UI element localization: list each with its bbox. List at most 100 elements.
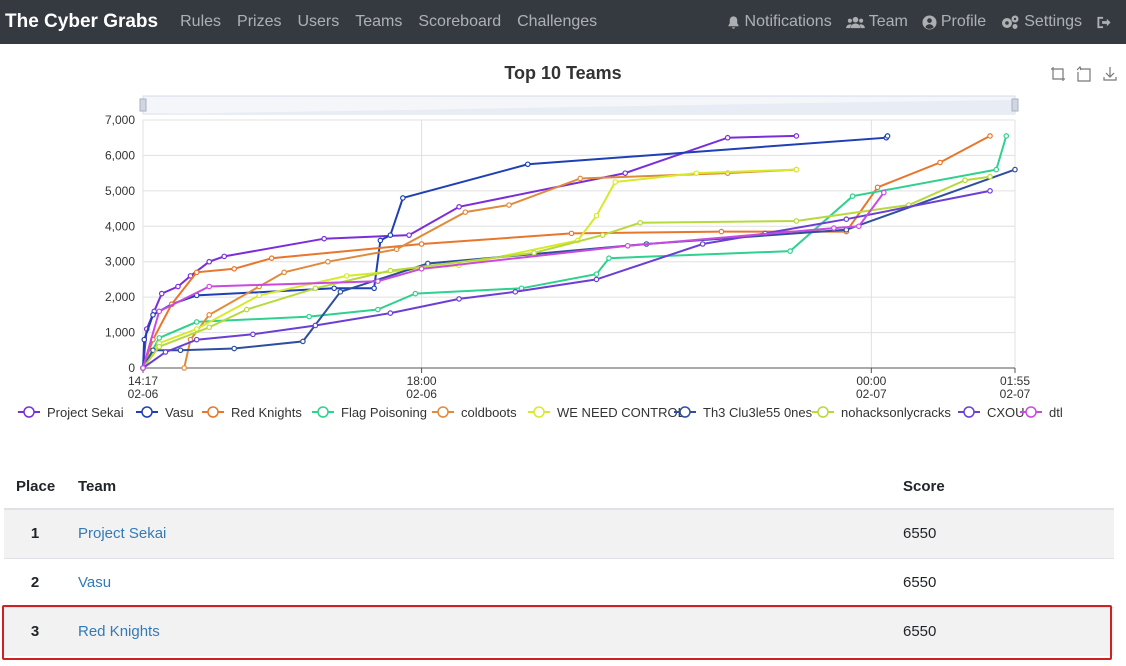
legend-item[interactable]: nohacksonlycracks (812, 405, 951, 420)
legend-item[interactable]: Vasu (136, 405, 194, 420)
gears-icon (1002, 15, 1019, 29)
data-point (456, 296, 462, 302)
data-point (206, 312, 213, 318)
legend-marker (23, 406, 35, 418)
y-tick-label: 3,000 (105, 255, 135, 269)
x-tick-label: 00:00 (856, 374, 886, 388)
data-point (156, 335, 163, 341)
data-point (331, 285, 337, 292)
data-point (793, 133, 800, 139)
data-point (622, 170, 629, 176)
data-point (881, 189, 887, 196)
y-tick-label: 6,000 (105, 148, 135, 162)
nav-team-label: Team (868, 13, 908, 30)
nav-scoreboard[interactable]: Scoreboard (418, 13, 501, 31)
data-point (325, 258, 331, 265)
data-point (462, 209, 469, 215)
data-point (221, 253, 228, 260)
data-point (456, 204, 462, 210)
x-tick-label: 02-07 (856, 387, 887, 401)
nav-settings[interactable]: Settings (1000, 13, 1082, 31)
nav-challenges[interactable]: Challenges (517, 13, 597, 31)
user-nav: Notifications Team Profile Settings (712, 0, 1116, 44)
data-point (158, 290, 165, 297)
zoom-handle-left[interactable] (139, 98, 147, 112)
data-point (593, 212, 600, 219)
data-point (231, 345, 237, 352)
data-point (375, 278, 381, 285)
place-cell: 3 (4, 606, 66, 656)
table-row: 2 Vasu 6550 (4, 557, 1114, 607)
legend-marker (817, 406, 829, 418)
legend-marker (679, 406, 691, 418)
chart-canvas: 0 1,000 2,000 3,000 4,000 5,000 6,000 7,000 14:1… (18, 95, 1063, 420)
nav-prizes[interactable]: Prizes (237, 13, 281, 31)
nav-rules[interactable]: Rules (180, 13, 221, 31)
nav-users[interactable]: Users (297, 13, 339, 31)
nav-settings-label: Settings (1024, 13, 1082, 30)
team-link[interactable]: Vasu (78, 574, 111, 591)
data-point (793, 218, 800, 224)
legend-marker (317, 406, 329, 418)
data-point (787, 248, 793, 254)
nav-profile[interactable]: Profile (922, 13, 986, 31)
legend-label: CXOU (987, 405, 1025, 420)
x-tick-label: 02-06 (128, 387, 159, 401)
legend-item[interactable]: Red Knights (202, 405, 302, 420)
data-point (418, 241, 425, 247)
legend-marker (533, 406, 545, 418)
data-point (193, 336, 200, 343)
team-link[interactable]: Red Knights (78, 623, 160, 640)
data-point (400, 195, 406, 201)
nav-notifications[interactable]: Notifications (726, 13, 832, 31)
data-point (849, 193, 856, 199)
data-point (193, 269, 200, 276)
data-point (300, 338, 306, 345)
data-point (593, 271, 600, 277)
data-point (375, 306, 381, 313)
y-tick-label: 0 (128, 361, 135, 375)
data-point (577, 175, 584, 182)
legend-item[interactable]: Th3 Clu3le55 0nes (674, 405, 813, 420)
table-header-row: Place Team Score (4, 465, 1114, 510)
data-point (506, 202, 512, 208)
team-link[interactable]: Project Sekai (78, 525, 166, 542)
data-point (150, 312, 156, 318)
data-point (637, 219, 644, 226)
data-point (140, 365, 146, 371)
data-point (718, 228, 725, 235)
series-line (142, 168, 1016, 369)
legend-item[interactable]: CXOU (958, 405, 1025, 420)
legend-item[interactable]: Project Sekai (18, 405, 124, 420)
zoom-handle-right[interactable] (1011, 98, 1019, 112)
x-tick-label: 02-06 (406, 387, 437, 401)
data-point (699, 241, 706, 247)
score-cell: 6550 (891, 557, 1114, 607)
data-point (1003, 133, 1010, 139)
data-point (268, 255, 275, 261)
score-chart: Top 10 Teams 0 1,000 2,000 3,000 4,000 5,000 6… (0, 44, 1126, 434)
nav-logout[interactable] (1096, 15, 1116, 30)
data-point (312, 322, 319, 329)
legend-item[interactable]: dtl (1020, 405, 1063, 420)
nav-teams[interactable]: Teams (355, 13, 402, 31)
data-point (937, 159, 943, 166)
col-header-place: Place (4, 465, 66, 510)
bell-icon (727, 15, 739, 29)
legend-item[interactable]: coldboots (432, 405, 517, 420)
nav-team[interactable]: Team (845, 13, 908, 31)
data-point (281, 269, 287, 276)
legend-label: WE NEED CONTROL (557, 405, 685, 420)
data-point (418, 266, 425, 272)
data-point (531, 250, 537, 256)
data-point (987, 188, 993, 194)
nav-profile-label: Profile (940, 13, 987, 30)
data-point (343, 273, 350, 279)
brand-title[interactable]: The Cyber Grabs (5, 11, 158, 33)
data-point (156, 308, 163, 315)
team-cell: Project Sekai (66, 508, 891, 558)
data-point (606, 255, 612, 261)
legend-item[interactable]: WE NEED CONTROL (528, 405, 685, 420)
data-point (993, 166, 1000, 173)
legend-item[interactable]: Flag Poisoning (312, 405, 427, 420)
